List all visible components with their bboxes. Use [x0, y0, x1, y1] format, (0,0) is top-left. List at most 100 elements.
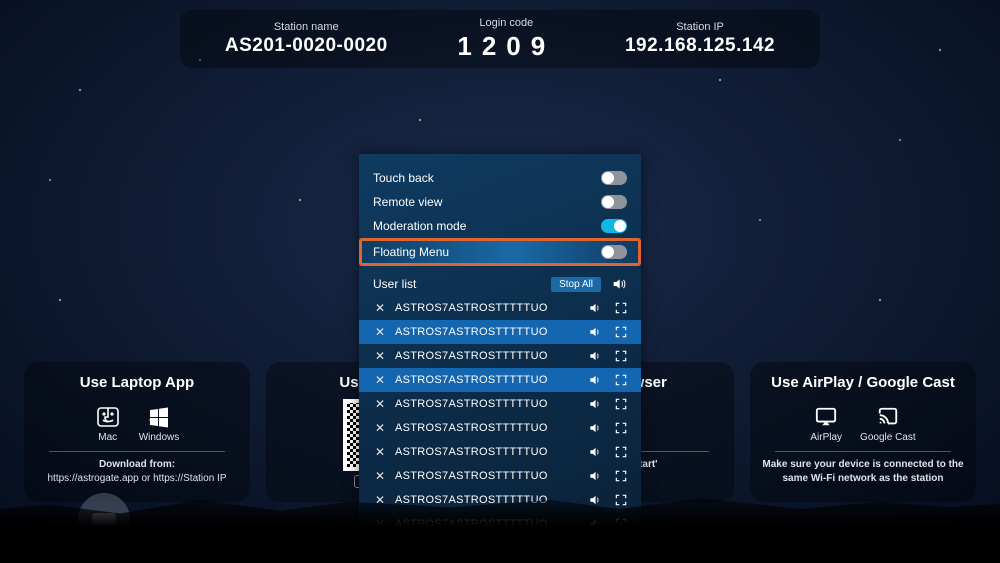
volume-icon[interactable]	[587, 516, 603, 532]
card-title: Use AirPlay / Google Cast	[771, 374, 955, 391]
station-name-value: AS201-0020-0020	[225, 35, 388, 57]
volume-icon[interactable]	[587, 396, 603, 412]
toggle-row-touch-back: Touch back	[373, 166, 627, 190]
download-label: Download from:	[99, 459, 175, 470]
toggle-switch[interactable]	[601, 245, 627, 259]
toggle-label: Remote view	[373, 195, 442, 209]
user-name: ASTROS7ASTROSTTTTTUO	[395, 374, 577, 386]
windows-option[interactable]: Windows	[139, 405, 180, 443]
user-row[interactable]: ✕ ASTROS7ASTROSTTTTTUO	[359, 320, 641, 344]
toggle-label: Touch back	[373, 171, 434, 185]
toggle-switch[interactable]	[601, 195, 627, 209]
user-row[interactable]: ✕ ASTROS7ASTROSTTTTTUO	[359, 416, 641, 440]
user-list-label: User list	[373, 277, 416, 291]
user-list: ✕ ASTROS7ASTROSTTTTTUO ✕ ASTROS7ASTROSTTTTT…	[359, 296, 641, 543]
volume-icon[interactable]	[587, 300, 603, 316]
mac-option[interactable]: Mac	[95, 405, 121, 443]
panel-footer: Connection : 10 Remote : 10	[359, 543, 641, 563]
finder-icon	[95, 405, 121, 429]
download-info: Download from: https://astrogate.app or …	[48, 458, 227, 485]
volume-icon[interactable]	[611, 276, 627, 292]
remote-count: Remote : 10	[470, 547, 524, 558]
station-ip-label: Station IP	[625, 21, 775, 33]
user-name: ASTROS7ASTROSTTTTTUO	[395, 350, 577, 362]
login-code-value: 1209	[457, 31, 555, 62]
cast-icon	[875, 405, 901, 429]
volume-icon[interactable]	[587, 468, 603, 484]
airplay-icon	[813, 405, 839, 429]
remove-user-icon[interactable]: ✕	[375, 493, 385, 507]
fullscreen-icon[interactable]	[613, 468, 629, 484]
toggle-switch[interactable]	[601, 171, 627, 185]
toggle-label: Moderation mode	[373, 219, 466, 233]
googlecast-option[interactable]: Google Cast	[860, 405, 916, 443]
volume-icon[interactable]	[587, 420, 603, 436]
user-row[interactable]: ✕ ASTROS7ASTROSTTTTTUO	[359, 368, 641, 392]
fullscreen-icon[interactable]	[613, 324, 629, 340]
card-airplay-cast: Use AirPlay / Google Cast AirPlay Google…	[750, 362, 976, 502]
fullscreen-icon[interactable]	[613, 300, 629, 316]
fullscreen-icon[interactable]	[613, 372, 629, 388]
remove-user-icon[interactable]: ✕	[375, 469, 385, 483]
volume-icon[interactable]	[587, 444, 603, 460]
user-name: ASTROS7ASTROSTTTTTUO	[395, 422, 577, 434]
user-row[interactable]: ✕ ASTROS7ASTROSTTTTTUO	[359, 344, 641, 368]
login-code-block: Login code 1209	[457, 17, 555, 62]
cast-instruction: Make sure your device is connected to th…	[760, 458, 966, 485]
moderation-panel: Touch back Remote view Moderation mode Floa…	[359, 154, 641, 563]
user-row[interactable]: ✕ ASTROS7ASTROSTTTTTUO	[359, 392, 641, 416]
fullscreen-icon[interactable]	[613, 444, 629, 460]
divider	[775, 451, 950, 452]
user-name: ASTROS7ASTROSTTTTTUO	[395, 494, 577, 506]
remove-user-icon[interactable]: ✕	[375, 349, 385, 363]
fullscreen-icon[interactable]	[613, 492, 629, 508]
card-laptop-app: Use Laptop App Mac Windows Download from…	[24, 362, 250, 502]
user-name: ASTROS7ASTROSTTTTTUO	[395, 398, 577, 410]
connection-count: Connection : 10	[373, 547, 443, 558]
fullscreen-icon[interactable]	[613, 396, 629, 412]
remove-user-icon[interactable]: ✕	[375, 301, 385, 315]
volume-icon[interactable]	[587, 324, 603, 340]
stop-all-button[interactable]: Stop All	[551, 277, 601, 292]
toggle-row-moderation-mode: Moderation mode	[373, 214, 627, 238]
user-name: ASTROS7ASTROSTTTTTUO	[395, 470, 577, 482]
user-name: ASTROS7ASTROSTTTTTUO	[395, 302, 577, 314]
remove-user-icon[interactable]: ✕	[375, 397, 385, 411]
toggle-row-floating-menu: Floating Menu	[359, 238, 641, 266]
floating-menu-button[interactable]	[78, 493, 130, 545]
user-row[interactable]: ✕ASTROS7ASTROSTTTTTUO	[359, 440, 641, 464]
toggle-switch[interactable]	[601, 219, 627, 233]
remove-user-icon[interactable]: ✕	[375, 421, 385, 435]
toggle-group: Touch back Remote view Moderation mode Floa…	[359, 154, 641, 272]
fullscreen-icon[interactable]	[613, 420, 629, 436]
googlecast-label: Google Cast	[860, 432, 916, 443]
user-row[interactable]: ✕ ASTROS7ASTROSTTTTTUO	[359, 488, 641, 512]
station-ip-value: 192.168.125.142	[625, 35, 775, 57]
remove-user-icon[interactable]: ✕	[375, 445, 385, 459]
volume-icon[interactable]	[587, 372, 603, 388]
remove-user-icon[interactable]: ✕	[375, 325, 385, 339]
remove-user-icon[interactable]: ✕	[375, 373, 385, 387]
station-ip-block: Station IP 192.168.125.142	[625, 21, 775, 57]
user-name: ASTROS7ASTROSTTTTTUO	[395, 326, 577, 338]
station-name-block: Station name AS201-0020-0020	[225, 21, 388, 57]
mac-label: Mac	[98, 432, 117, 443]
fullscreen-icon[interactable]	[613, 348, 629, 364]
station-info-bar: Station name AS201-0020-0020 Login code …	[180, 10, 820, 68]
airplay-option[interactable]: AirPlay	[810, 405, 842, 443]
volume-icon[interactable]	[587, 492, 603, 508]
user-list-header: User list Stop All	[359, 272, 641, 296]
windows-icon	[146, 405, 172, 429]
version-label: v.2.0.0.208	[932, 543, 986, 555]
remove-user-icon[interactable]: ✕	[375, 517, 385, 531]
user-row[interactable]: ✕ ASTROS7ASTROSTTTTTUO	[359, 464, 641, 488]
user-row[interactable]: ✕ ASTROS7ASTROSTTTTTUO	[359, 296, 641, 320]
user-row[interactable]: ✕ASTROS7ASTROSTTTTTUO	[359, 512, 641, 536]
volume-icon[interactable]	[587, 348, 603, 364]
login-code-label: Login code	[457, 17, 555, 29]
windows-label: Windows	[139, 432, 180, 443]
divider	[49, 451, 224, 452]
fullscreen-icon[interactable]	[613, 516, 629, 532]
station-name-label: Station name	[225, 21, 388, 33]
toggle-label: Floating Menu	[373, 245, 449, 259]
